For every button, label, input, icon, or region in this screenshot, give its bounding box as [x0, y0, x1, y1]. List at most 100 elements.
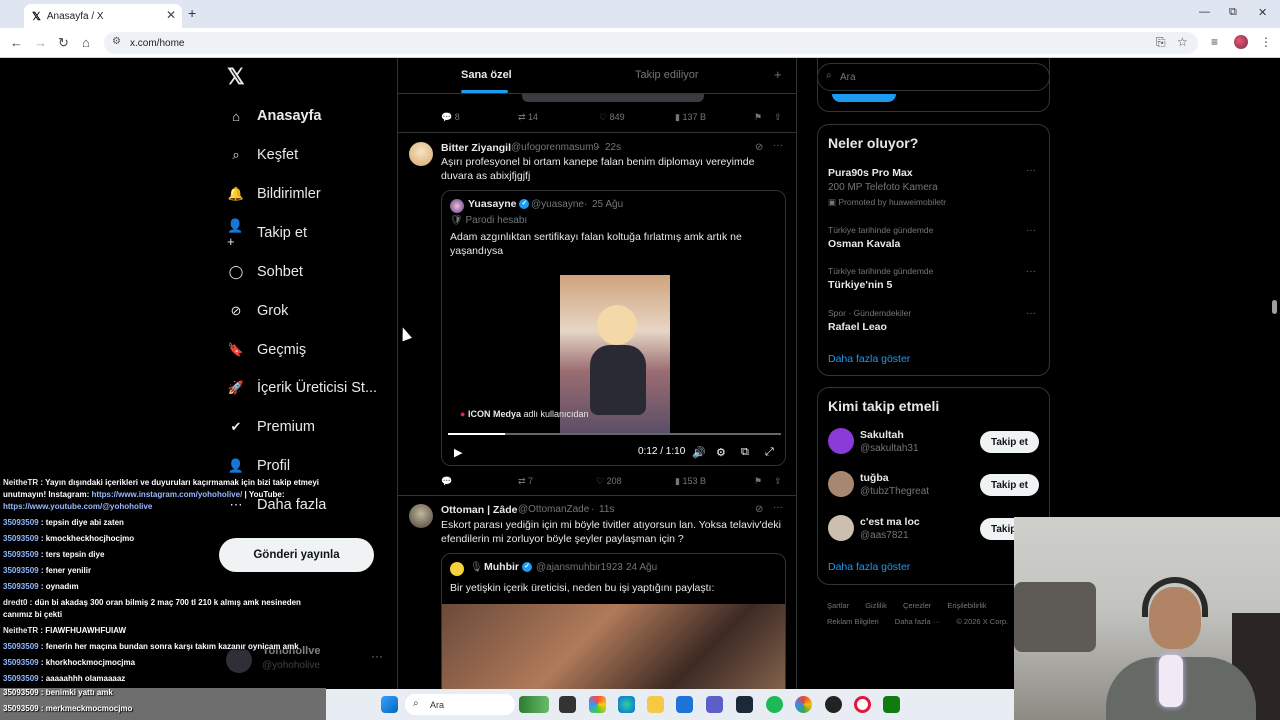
- follow-button[interactable]: Takip et: [980, 474, 1039, 496]
- tweet-author-name[interactable]: Ottoman | Zâde: [441, 504, 517, 516]
- trend-name[interactable]: Rafael Leao: [828, 321, 887, 333]
- volume-icon[interactable]: 🔊: [692, 446, 706, 459]
- search-input[interactable]: ⌕ Ara: [817, 63, 1050, 91]
- video-progress-bar[interactable]: [448, 433, 781, 435]
- xbox-icon[interactable]: [883, 696, 900, 713]
- follow-name[interactable]: tuğba: [860, 472, 889, 484]
- footer-more[interactable]: Daha fazla ···: [895, 617, 940, 626]
- trend-name[interactable]: Osman Kavala: [828, 238, 900, 250]
- more-icon[interactable]: ···: [773, 502, 783, 513]
- follow-name[interactable]: c'est ma loc: [860, 516, 920, 528]
- tweet-author-name[interactable]: Bitter Ziyangil: [441, 142, 511, 154]
- steam-icon[interactable]: [736, 696, 753, 713]
- forward-icon[interactable]: →: [34, 35, 47, 50]
- x-home-logo-icon[interactable]: 𝕏: [227, 64, 245, 90]
- show-more-link[interactable]: Daha fazla göster: [828, 561, 910, 573]
- outlook-icon[interactable]: [676, 696, 693, 713]
- footer-accessibility[interactable]: Erişilebilirlik: [947, 601, 986, 610]
- tweet-time[interactable]: 11s: [599, 504, 614, 515]
- spotify-icon[interactable]: [766, 696, 783, 713]
- edge-icon[interactable]: [618, 696, 635, 713]
- close-tab-icon[interactable]: ✕: [166, 8, 176, 22]
- install-icon[interactable]: ⎘: [1156, 35, 1166, 50]
- more-icon[interactable]: ···: [1026, 266, 1036, 277]
- nav-item-1[interactable]: ⌂ Anasayfa: [227, 101, 397, 131]
- nav-item-6[interactable]: ⊘ Grok: [227, 296, 397, 326]
- play-icon[interactable]: ▶: [454, 446, 462, 459]
- opera-icon[interactable]: [854, 696, 871, 713]
- avatar[interactable]: [409, 504, 433, 528]
- obs-icon[interactable]: [825, 696, 842, 713]
- url-field[interactable]: ⚙ x.com/home: [104, 32, 1198, 54]
- browser-tab[interactable]: 𝕏 Anasayfa / X ✕: [24, 4, 182, 28]
- follow-name[interactable]: Sakultah: [860, 429, 904, 441]
- new-tab-icon[interactable]: +: [188, 5, 196, 21]
- more-icon[interactable]: ···: [1026, 225, 1036, 236]
- pip-icon[interactable]: ⧉: [741, 446, 749, 459]
- like-button[interactable]: ♡ 849: [599, 112, 625, 123]
- settings-icon[interactable]: ⚙: [716, 446, 726, 459]
- nav-item-8[interactable]: 🚀 İçerik Üreticisi St...: [227, 373, 397, 403]
- video-player[interactable]: ● ICON Medya adlı kullanıcıdan ▶ 0:12 / …: [442, 275, 785, 465]
- bookmark-icon[interactable]: ⚑: [754, 112, 762, 123]
- close-window-icon[interactable]: ✕: [1258, 6, 1267, 19]
- views-button[interactable]: ▮ 137 B: [675, 112, 706, 123]
- site-info-icon[interactable]: ⚙: [112, 36, 121, 47]
- add-tab-icon[interactable]: +: [774, 67, 782, 82]
- trend-name[interactable]: Türkiye'nin 5: [828, 279, 892, 291]
- bookmark-icon[interactable]: ⚑: [754, 476, 762, 487]
- chrome-icon[interactable]: [795, 696, 812, 713]
- footer-cookies[interactable]: Çerezler: [903, 601, 931, 610]
- chat-link[interactable]: https://www.instagram.com/yohoholive/: [91, 490, 242, 499]
- tweet-author-handle[interactable]: @OttomanZade: [518, 504, 589, 515]
- more-icon[interactable]: ···: [773, 140, 783, 151]
- media-icon[interactable]: ≡: [1211, 35, 1218, 49]
- reply-button[interactable]: 💬 8: [441, 112, 460, 123]
- like-button[interactable]: ♡ 208: [596, 476, 622, 487]
- footer-privacy[interactable]: Gizlilik: [865, 601, 887, 610]
- copilot-icon[interactable]: [589, 696, 606, 713]
- more-icon[interactable]: ···: [1026, 165, 1036, 176]
- taskbar-search[interactable]: ⌕ Ara: [405, 694, 515, 715]
- quoted-tweet[interactable]: Yuasayne ✓ @yuasayne · 25 Ağu 🛡 Parodi he…: [441, 190, 786, 466]
- repost-button[interactable]: ⇄ 14: [518, 112, 538, 123]
- fullscreen-icon[interactable]: ⤢: [765, 446, 774, 459]
- footer-ads-info[interactable]: Reklam Bilgileri: [827, 617, 879, 626]
- reload-icon[interactable]: ↻: [58, 35, 69, 51]
- restore-icon[interactable]: ⧉: [1229, 6, 1237, 19]
- chat-link[interactable]: https://www.youtube.com/@yohoholive: [3, 502, 152, 511]
- browser-profile-avatar[interactable]: [1234, 35, 1248, 49]
- scrollbar-thumb[interactable]: [1272, 300, 1277, 314]
- task-view-icon[interactable]: [559, 696, 576, 713]
- menu-icon[interactable]: ⋮: [1260, 35, 1272, 49]
- grok-icon[interactable]: ⊘: [755, 142, 763, 153]
- avatar[interactable]: [828, 471, 854, 497]
- views-button[interactable]: ▮ 153 B: [675, 476, 706, 487]
- show-more-link[interactable]: Daha fazla göster: [828, 353, 910, 365]
- tab-for-you[interactable]: Sana özel: [461, 69, 512, 81]
- trend-name[interactable]: Pura90s Pro Max: [828, 167, 913, 179]
- avatar[interactable]: [409, 142, 433, 166]
- share-icon[interactable]: ⇪: [774, 112, 782, 123]
- back-icon[interactable]: ←: [10, 35, 23, 50]
- nav-item-9[interactable]: ✔ Premium: [227, 412, 397, 442]
- widgets-icon[interactable]: [519, 696, 549, 713]
- nav-item-3[interactable]: 🔔 Bildirimler: [227, 179, 397, 209]
- subscribe-button[interactable]: [832, 94, 896, 102]
- star-icon[interactable]: ☆: [1177, 35, 1188, 49]
- repost-button[interactable]: ⇄ 7: [518, 476, 533, 487]
- tab-following[interactable]: Takip ediliyor: [635, 69, 699, 81]
- footer-terms[interactable]: Şartlar: [827, 601, 849, 610]
- teams-icon[interactable]: [706, 696, 723, 713]
- nav-item-4[interactable]: 👤+ Takip et: [227, 218, 397, 249]
- tweet-author-handle[interactable]: @ufogorenmasum9: [511, 142, 599, 153]
- grok-icon[interactable]: ⊘: [755, 504, 763, 515]
- avatar[interactable]: [828, 428, 854, 454]
- home-page-icon[interactable]: ⌂: [82, 35, 90, 50]
- more-icon[interactable]: ···: [1026, 308, 1036, 319]
- nav-item-7[interactable]: 🔖 Geçmiş: [227, 335, 397, 365]
- file-explorer-icon[interactable]: [647, 696, 664, 713]
- avatar[interactable]: [828, 515, 854, 541]
- minimize-icon[interactable]: —: [1199, 6, 1210, 18]
- reply-button[interactable]: 💬: [441, 476, 452, 487]
